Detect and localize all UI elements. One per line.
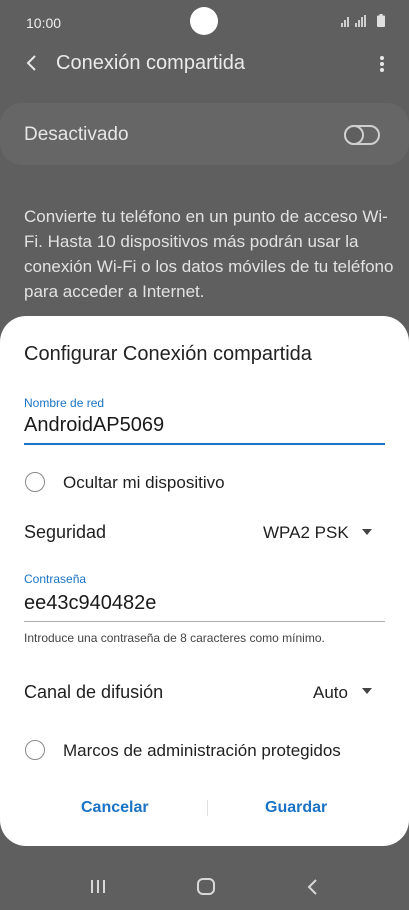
- page-title: Conexión compartida: [56, 52, 245, 74]
- cancel-button[interactable]: Cancelar: [81, 799, 149, 817]
- recents-icon[interactable]: [91, 880, 105, 893]
- channel-label: Canal de difusión: [24, 682, 164, 702]
- password-hint: Introduce una contraseña de 8 caracteres…: [24, 631, 325, 645]
- home-icon[interactable]: [197, 878, 215, 895]
- network-name-input[interactable]: AndroidAP5069: [24, 414, 164, 437]
- switch-knob: [344, 125, 364, 145]
- channel-select[interactable]: Auto: [313, 683, 348, 703]
- channel-dropdown-icon[interactable]: [362, 688, 372, 694]
- network-name-label: Nombre de red: [24, 396, 105, 410]
- nav-back-icon[interactable]: [307, 879, 317, 895]
- hotspot-state-label: Desactivado: [24, 124, 129, 145]
- password-underline: [24, 621, 385, 622]
- hotspot-switch[interactable]: [344, 125, 380, 145]
- more-options-icon[interactable]: [379, 55, 385, 73]
- password-label: Contraseña: [24, 572, 87, 586]
- network-name-underline: [24, 443, 385, 445]
- hotspot-description: Convierte tu teléfono en un punto de acc…: [24, 207, 394, 301]
- navigation-bar: [91, 878, 317, 895]
- status-icons: [341, 14, 385, 27]
- hide-device-label: Ocultar mi dispositivo: [63, 473, 225, 492]
- battery-icon: [377, 14, 385, 27]
- screen: 10:00 Conexión compartida Desactivado Co…: [0, 0, 409, 910]
- camera-cutout: [190, 7, 218, 35]
- status-time: 10:00: [26, 15, 62, 31]
- security-label: Seguridad: [24, 522, 107, 542]
- signal-icon: [341, 15, 366, 27]
- security-dropdown-icon[interactable]: [362, 529, 372, 535]
- button-divider: [207, 800, 208, 816]
- security-select[interactable]: WPA2 PSK: [263, 523, 349, 543]
- password-input[interactable]: ee43c940482e: [24, 592, 156, 615]
- dialog-title: Configurar Conexión compartida: [24, 343, 312, 365]
- hide-device-radio[interactable]: [25, 472, 45, 492]
- back-arrow-icon[interactable]: [22, 52, 44, 74]
- pmf-label: Marcos de administración protegidos: [63, 741, 341, 760]
- save-button[interactable]: Guardar: [265, 799, 327, 817]
- pmf-radio[interactable]: [25, 740, 45, 760]
